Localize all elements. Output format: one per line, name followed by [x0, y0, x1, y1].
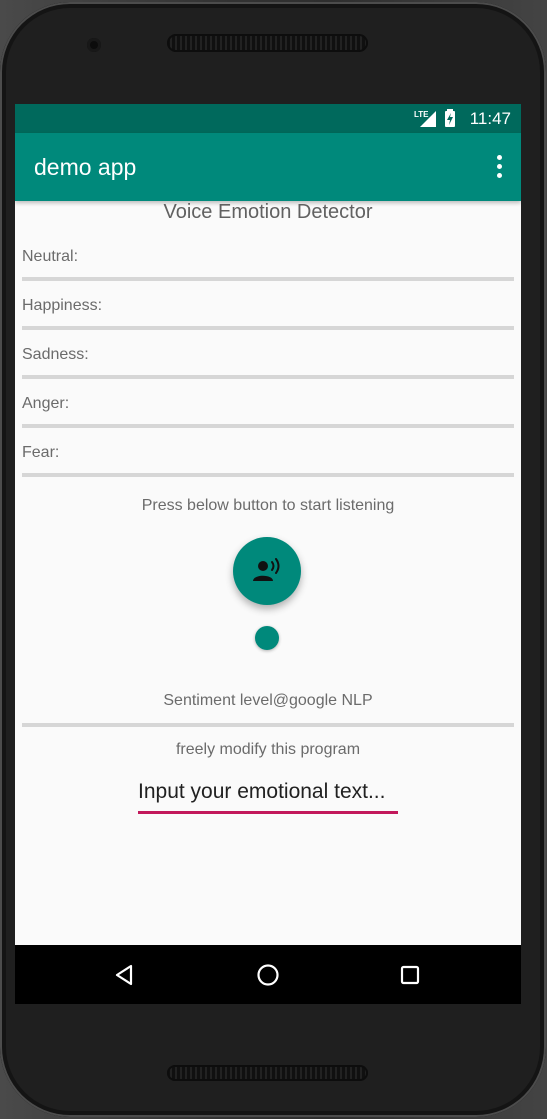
lte-signal-icon: LTE — [414, 110, 436, 127]
voice-recognition-icon — [253, 558, 280, 581]
phone-screen: LTE 11:47 demo app Voice Emotion Detecto… — [15, 104, 521, 1004]
emotion-label-fear: Fear: — [22, 444, 60, 461]
status-bar: LTE 11:47 — [15, 104, 521, 133]
start-listening-button[interactable] — [233, 537, 301, 605]
battery-charging-icon — [445, 109, 455, 127]
recent-apps-icon[interactable] — [395, 960, 425, 990]
sentiment-label: Sentiment level@google NLP — [163, 692, 373, 709]
status-time: 11:47 — [469, 109, 511, 128]
phone-frame: LTE 11:47 demo app Voice Emotion Detecto… — [0, 2, 546, 1117]
home-icon[interactable] — [253, 960, 283, 990]
svg-text:LTE: LTE — [414, 110, 429, 119]
overflow-menu-icon[interactable] — [493, 155, 505, 181]
app-title: demo app — [34, 154, 137, 180]
bottom-speaker-grille — [167, 1065, 368, 1081]
sentiment-bar — [22, 723, 514, 727]
back-icon[interactable] — [110, 960, 140, 990]
front-camera — [87, 38, 101, 52]
listening-indicator — [255, 626, 279, 650]
emotional-text-input[interactable] — [138, 773, 398, 814]
emotion-label-anger: Anger: — [22, 395, 70, 412]
emotion-bar-sadness — [22, 375, 514, 379]
emotion-label-neutral: Neutral: — [22, 248, 79, 265]
top-speaker-grille — [167, 34, 368, 52]
navigation-bar — [15, 945, 521, 1004]
listen-hint: Press below button to start listening — [141, 497, 395, 514]
emotion-bar-happiness — [22, 326, 514, 330]
page-title: Voice Emotion Detector — [163, 201, 373, 223]
emotion-bar-anger — [22, 424, 514, 428]
app-bar: demo app — [15, 133, 521, 201]
emotion-label-sadness: Sadness: — [22, 346, 89, 363]
emotion-label-happiness: Happiness: — [22, 297, 103, 314]
emotion-bar-neutral — [22, 277, 514, 281]
emotion-bar-fear — [22, 473, 514, 477]
modify-note: freely modify this program — [175, 741, 361, 758]
